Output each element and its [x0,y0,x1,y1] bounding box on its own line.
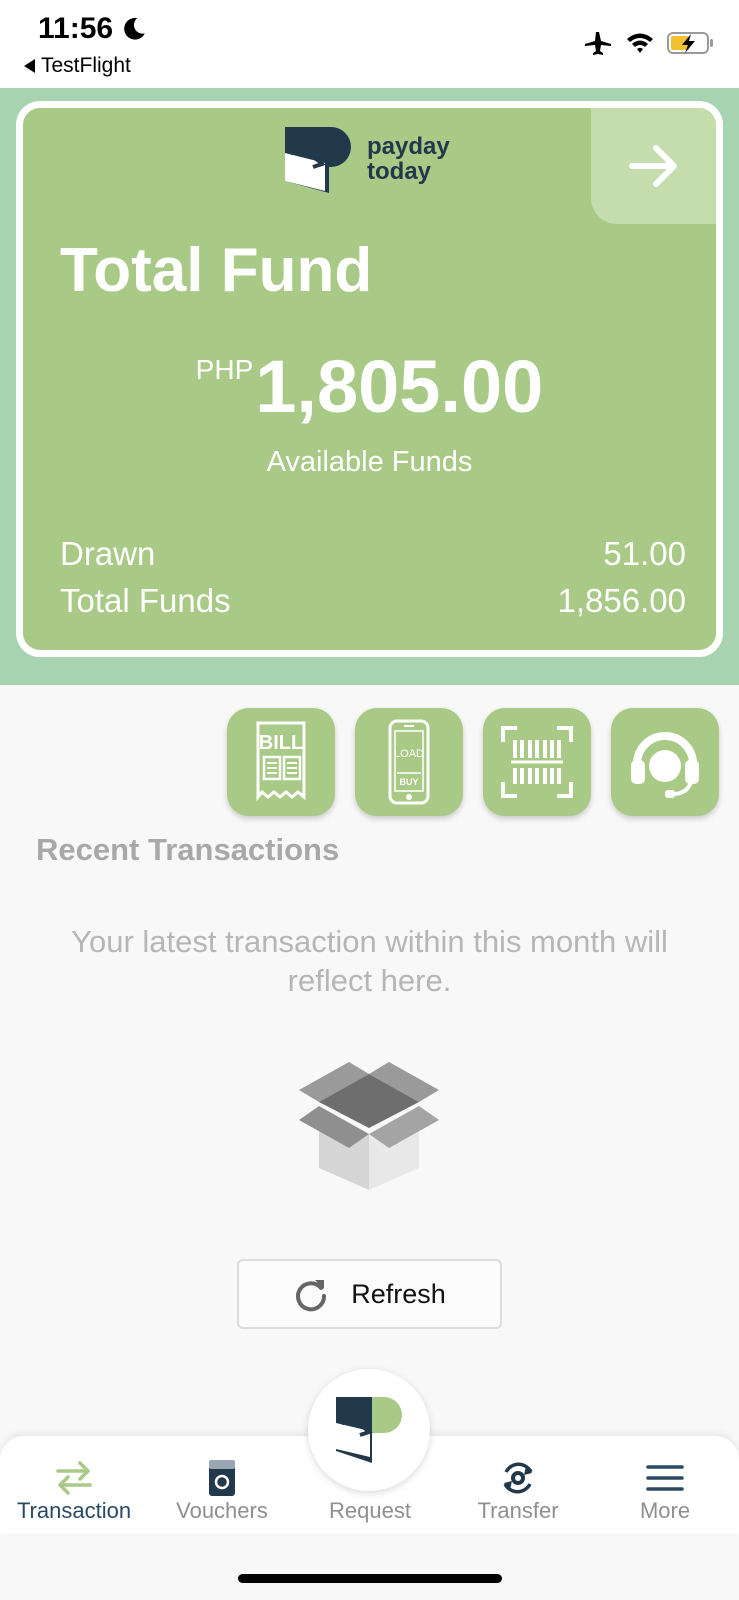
nav-tab-more[interactable]: More [591,1436,739,1534]
status-time: 11:56 [38,12,147,46]
empty-box-icon [299,1062,439,1190]
drawn-row: Drawn 51.00 [60,535,686,573]
nav-label-transfer: Transfer [477,1498,559,1523]
status-bar: 11:56 TestFlight [0,0,739,88]
nav-label-vouchers: Vouchers [176,1498,268,1523]
refresh-icon [296,1280,327,1312]
load-text: LOAD [394,748,424,760]
payday-logo-icon [336,1397,402,1463]
status-icons [583,30,715,56]
home-indicator [238,1574,502,1583]
buy-text: BUY [399,777,418,787]
empty-state-message: Your latest transaction within this mont… [71,924,668,998]
drawn-label: Drawn [60,535,156,572]
nav-tab-vouchers[interactable]: Vouchers [148,1436,296,1534]
battery-charging-icon [667,32,713,54]
currency-label: PHP [195,354,254,385]
total-funds-value: 1,856.00 [557,582,686,619]
moon-icon [124,17,145,40]
bill-icon: BILL [256,721,306,802]
back-app-label: TestFlight [41,54,131,77]
pay-bills-button[interactable]: BILL [227,708,335,816]
card-title: Total Fund [60,236,373,305]
payday-today-logo: payday today [281,123,450,195]
voucher-icon [200,1456,244,1500]
nav-label-request: Request [329,1498,411,1523]
amount-value: 1,805.00 [255,345,544,428]
scan-barcode-button[interactable] [483,708,591,816]
nav-tab-transfer[interactable]: Transfer [444,1436,592,1534]
nav-label-more: More [639,1498,691,1523]
quick-actions: BILL LOAD BUY [227,708,719,816]
support-headset-icon [631,732,699,798]
arrow-right-icon [628,145,677,187]
refresh-button[interactable]: Refresh [237,1259,502,1329]
nav-label-transaction: Transaction [16,1498,132,1523]
total-funds-row: Total Funds 1,856.00 [60,582,686,620]
load-buy-icon: LOAD BUY [388,719,430,805]
logo-line2: today [367,158,432,185]
drawn-value: 51.00 [603,535,686,572]
barcode-scan-icon [501,726,573,798]
recent-transactions-title: Recent Transactions [36,832,340,867]
transfer-cycle-icon [496,1456,540,1500]
hamburger-menu-icon [643,1456,687,1500]
available-amount: PHP 1,805.00 [23,348,716,426]
payday-logo-icon [285,127,351,193]
back-to-app-link[interactable]: TestFlight [24,54,131,78]
customer-support-button[interactable] [611,708,719,816]
request-button[interactable] [308,1369,430,1491]
airplane-icon [585,32,611,55]
nav-tab-transaction[interactable]: Transaction [0,1436,148,1534]
total-funds-label: Total Funds [60,582,231,619]
amount-caption: Available Funds [266,446,473,478]
fund-card-band: payday today Total Fund PHP 1,805.00 Ava… [0,88,739,685]
status-time-text: 11:56 [38,12,114,45]
back-triangle-icon [24,59,35,73]
bill-icon-text: BILL [259,732,303,754]
total-fund-card: payday today Total Fund PHP 1,805.00 Ava… [16,101,723,657]
load-buy-button[interactable]: LOAD BUY [355,708,463,816]
logo-line1: payday [367,133,450,160]
logo-text: payday today [367,134,450,184]
wifi-icon [627,33,653,53]
refresh-label: Refresh [351,1278,446,1309]
transfer-arrows-icon [52,1456,96,1500]
card-forward-button[interactable] [591,108,716,224]
